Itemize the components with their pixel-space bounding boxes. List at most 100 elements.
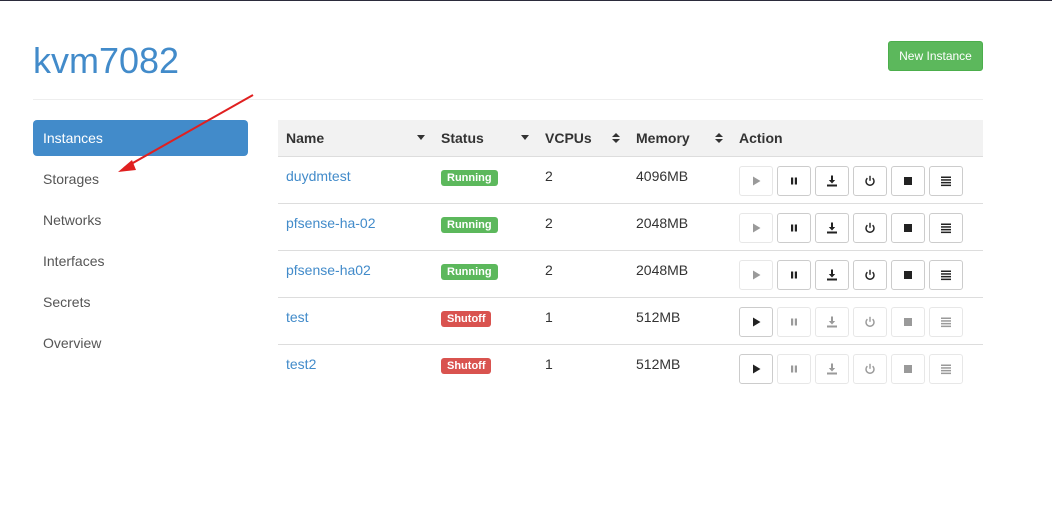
action-cell [731, 343, 983, 391]
action-button-group [739, 165, 975, 196]
memory-cell: 512MB [628, 296, 731, 344]
sidebar-item-overview[interactable]: Overview [33, 325, 248, 366]
menu-icon [940, 269, 952, 281]
status-cell: Running [433, 249, 537, 297]
column-header-action: Action [731, 120, 983, 156]
table-row: duydmtest Running 2 4096MB [278, 155, 983, 203]
column-header-name[interactable]: Name [278, 120, 433, 156]
power-icon [864, 222, 876, 234]
action-button-group [739, 212, 975, 243]
play-icon [750, 316, 762, 328]
instance-name-cell: duydmtest [278, 155, 433, 203]
menu-icon [940, 316, 952, 328]
play-icon [750, 269, 762, 281]
suspend-button[interactable] [777, 353, 811, 384]
sort-icon [612, 133, 620, 144]
suspend-button[interactable] [777, 306, 811, 337]
table-row: pfsense-ha02 Running 2 2048MB [278, 249, 983, 297]
suspend-button[interactable] [777, 259, 811, 290]
instance-name-cell: test2 [278, 343, 433, 391]
start-button[interactable] [739, 212, 773, 243]
console-button[interactable] [929, 353, 963, 384]
download-icon [826, 222, 838, 234]
pause-icon [788, 269, 800, 281]
shutdown-button[interactable] [853, 212, 887, 243]
instance-name-link[interactable]: test2 [286, 356, 316, 372]
sidebar-item-networks[interactable]: Networks [33, 202, 248, 243]
instance-name-link[interactable]: test [286, 309, 309, 325]
sort-desc-icon [521, 135, 529, 140]
divider [33, 99, 983, 100]
instance-name-link[interactable]: pfsense-ha-02 [286, 215, 376, 231]
pause-icon [788, 175, 800, 187]
column-header-status[interactable]: Status [433, 120, 537, 156]
instance-name-link[interactable]: pfsense-ha02 [286, 262, 371, 278]
new-instance-button[interactable]: New Instance [888, 41, 983, 71]
status-badge: Shutoff [441, 357, 492, 374]
pause-icon [788, 316, 800, 328]
instance-name-cell: test [278, 296, 433, 344]
shutdown-button[interactable] [853, 165, 887, 196]
instance-name-cell: pfsense-ha-02 [278, 202, 433, 250]
top-border [0, 0, 1052, 1]
save-button[interactable] [815, 353, 849, 384]
shutdown-button[interactable] [853, 306, 887, 337]
action-cell [731, 249, 983, 297]
table-row: test Shutoff 1 512MB [278, 296, 983, 344]
download-icon [826, 269, 838, 281]
action-button-group [739, 259, 975, 290]
pause-icon [788, 222, 800, 234]
column-header-vcpus[interactable]: VCPUs [537, 120, 628, 156]
start-button[interactable] [739, 259, 773, 290]
start-button[interactable] [739, 165, 773, 196]
action-cell [731, 155, 983, 203]
memory-cell: 2048MB [628, 249, 731, 297]
stop-icon [902, 269, 914, 281]
console-button[interactable] [929, 306, 963, 337]
play-icon [750, 222, 762, 234]
console-button[interactable] [929, 212, 963, 243]
vcpus-cell: 2 [537, 202, 628, 250]
sidebar-item-interfaces[interactable]: Interfaces [33, 243, 248, 284]
force-off-button[interactable] [891, 212, 925, 243]
shutdown-button[interactable] [853, 259, 887, 290]
instance-name-link[interactable]: duydmtest [286, 168, 351, 184]
status-cell: Shutoff [433, 296, 537, 344]
suspend-button[interactable] [777, 165, 811, 196]
save-button[interactable] [815, 259, 849, 290]
vcpus-cell: 2 [537, 155, 628, 203]
console-button[interactable] [929, 259, 963, 290]
suspend-button[interactable] [777, 212, 811, 243]
sort-icon [715, 133, 723, 144]
status-cell: Shutoff [433, 343, 537, 391]
save-button[interactable] [815, 306, 849, 337]
console-button[interactable] [929, 165, 963, 196]
start-button[interactable] [739, 306, 773, 337]
power-icon [864, 363, 876, 375]
play-icon [750, 175, 762, 187]
force-off-button[interactable] [891, 353, 925, 384]
menu-icon [940, 363, 952, 375]
sidebar-item-secrets[interactable]: Secrets [33, 284, 248, 325]
force-off-button[interactable] [891, 165, 925, 196]
shutdown-button[interactable] [853, 353, 887, 384]
status-badge: Running [441, 263, 498, 280]
table-row: test2 Shutoff 1 512MB [278, 343, 983, 391]
status-cell: Running [433, 155, 537, 203]
start-button[interactable] [739, 353, 773, 384]
save-button[interactable] [815, 212, 849, 243]
power-icon [864, 175, 876, 187]
sort-desc-icon [417, 135, 425, 140]
memory-cell: 4096MB [628, 155, 731, 203]
column-header-memory[interactable]: Memory [628, 120, 731, 156]
stop-icon [902, 363, 914, 375]
force-off-button[interactable] [891, 259, 925, 290]
sidebar-item-instances[interactable]: Instances [33, 120, 248, 156]
force-off-button[interactable] [891, 306, 925, 337]
action-button-group [739, 353, 975, 384]
vcpus-cell: 2 [537, 249, 628, 297]
sidebar-nav: Instances Storages Networks Interfaces S… [33, 120, 248, 366]
sidebar-item-storages[interactable]: Storages [33, 161, 248, 202]
menu-icon [940, 175, 952, 187]
save-button[interactable] [815, 165, 849, 196]
